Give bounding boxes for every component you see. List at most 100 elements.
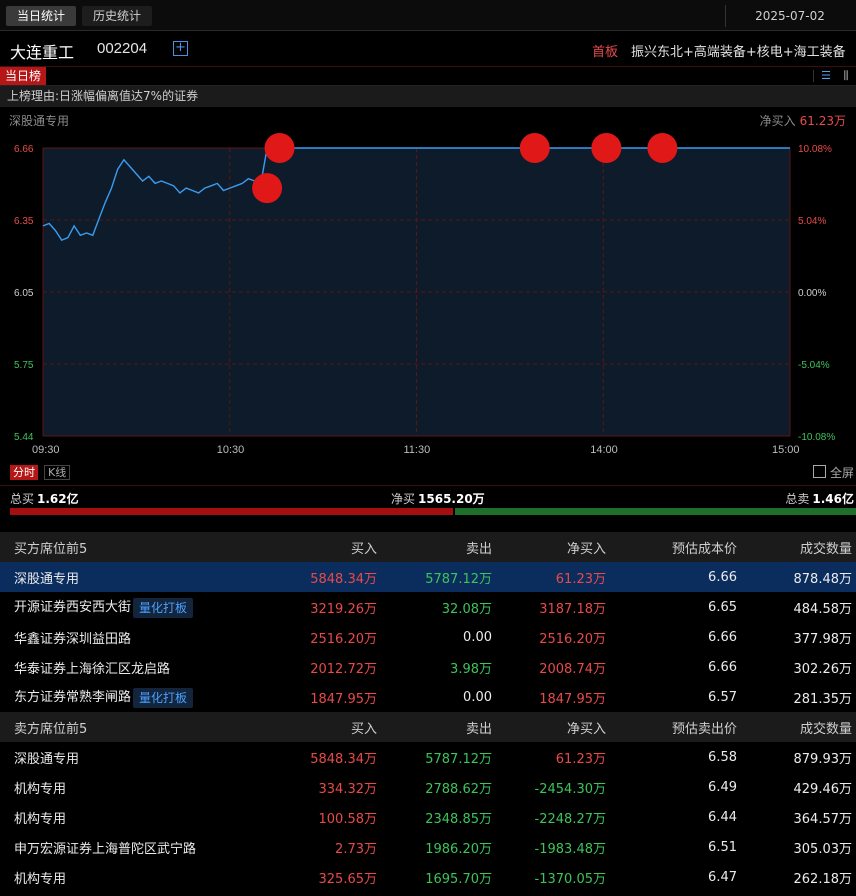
seat-name: 东方证券常熟李闸路 量化打板 bbox=[0, 682, 270, 712]
net-amount: -1370.05万 bbox=[496, 862, 610, 892]
totals-panel: 总买 1.62亿 净买 1565.20万 总卖 1.46亿 bbox=[0, 485, 856, 533]
header-buy[interactable]: 买入 bbox=[270, 712, 381, 742]
sell-amount-text: 0.00 bbox=[463, 629, 492, 645]
seat-name-text[interactable]: 华泰证券上海徐汇区龙启路 bbox=[14, 662, 170, 677]
net-amount: 1847.95万 bbox=[496, 682, 610, 712]
seat-name-text[interactable]: 深股通专用 bbox=[14, 752, 79, 767]
sell-seats-table: 卖方席位前5 买入 卖出 净买入 预估卖出价 成交数量 深股通专用 5848.34… bbox=[0, 712, 856, 892]
seat-name-text[interactable]: 机构专用 bbox=[14, 812, 66, 827]
est-price: 6.49 bbox=[610, 772, 741, 802]
table-row[interactable]: 申万宏源证券上海普陀区武宁路 2.73万 1986.20万 -1983.48万 6.51… bbox=[0, 832, 856, 862]
net-amount-text: -1370.05万 bbox=[534, 871, 606, 887]
net-amount-text: 2516.20万 bbox=[539, 631, 606, 647]
header-sell[interactable]: 卖出 bbox=[381, 532, 496, 562]
table-row[interactable]: 机构专用 100.58万 2348.85万 -2248.27万 6.44 364.57万 bbox=[0, 802, 856, 832]
stock-name[interactable]: 大连重工 bbox=[10, 39, 74, 63]
table-row[interactable]: 华泰证券上海徐汇区龙启路 2012.72万 3.98万 2008.74万 6.66 302… bbox=[0, 652, 856, 682]
intraday-chart[interactable]: 6.66 10.08% 6.35 5.04% 6.05 0.00% 5.75 -5.04% 5.… bbox=[0, 128, 856, 460]
expand-icon[interactable] bbox=[813, 465, 826, 478]
seat-name-text[interactable]: 申万宏源证券上海普陀区武宁路 bbox=[14, 842, 196, 857]
today-list-badge: 当日榜 bbox=[0, 67, 47, 85]
buy-amount-text: 1847.95万 bbox=[310, 691, 377, 707]
seat-name: 深股通专用 bbox=[0, 742, 270, 772]
tab-today-stats[interactable]: 当日统计 bbox=[6, 6, 77, 26]
sell-amount-text: 5787.12万 bbox=[425, 571, 492, 587]
tab-kline[interactable]: K线 bbox=[44, 465, 71, 480]
trade-qty-text: 305.03万 bbox=[793, 841, 853, 857]
y-tick-label: 6.66 bbox=[14, 144, 34, 155]
est-price-text: 6.47 bbox=[708, 869, 737, 885]
trade-marker[interactable] bbox=[591, 133, 622, 163]
header-net[interactable]: 净买入 bbox=[496, 532, 610, 562]
seat-name: 华泰证券上海徐汇区龙启路 bbox=[0, 652, 270, 682]
est-price-text: 6.51 bbox=[708, 839, 737, 855]
seat-name-text[interactable]: 华鑫证券深圳益田路 bbox=[14, 632, 131, 647]
table-row[interactable]: 东方证券常熟李闸路 量化打板 1847.95万 0.00 1847.95万 6.57 281… bbox=[0, 682, 856, 712]
net-amount-text: -2248.27万 bbox=[534, 811, 606, 827]
est-price-text: 6.66 bbox=[708, 659, 737, 675]
header-seat: 买方席位前5 bbox=[0, 532, 270, 562]
seat-name-text[interactable]: 机构专用 bbox=[14, 782, 66, 797]
header-price[interactable]: 预估卖出价 bbox=[610, 712, 741, 742]
sell-amount: 0.00 bbox=[381, 682, 496, 712]
net-amount: -2248.27万 bbox=[496, 802, 610, 832]
seat-name-text[interactable]: 深股通专用 bbox=[14, 572, 79, 587]
buy-seats-table: 买方席位前5 买入 卖出 净买入 预估成本价 成交数量 深股通专用 5848.34… bbox=[0, 532, 856, 712]
sell-amount-text: 1986.20万 bbox=[425, 841, 492, 857]
table-row[interactable]: 机构专用 325.65万 1695.70万 -1370.05万 6.47 262.18万 bbox=[0, 862, 856, 892]
header-sell[interactable]: 卖出 bbox=[381, 712, 496, 742]
tab-fenshi[interactable]: 分时 bbox=[10, 465, 38, 480]
header-qty[interactable]: 成交数量 bbox=[741, 712, 856, 742]
list-icon[interactable]: ☰ bbox=[818, 69, 834, 83]
buy-amount: 2516.20万 bbox=[270, 622, 381, 652]
trade-marker[interactable] bbox=[252, 173, 283, 204]
seat-name-text[interactable]: 开源证券西安西大街 bbox=[14, 600, 131, 615]
est-price: 6.66 bbox=[610, 562, 741, 592]
buy-amount-text: 5848.34万 bbox=[310, 571, 377, 587]
seat-name-text[interactable]: 东方证券常熟李闸路 bbox=[14, 690, 131, 705]
board-badge: 首板 bbox=[592, 45, 619, 60]
net-amount: 61.23万 bbox=[496, 562, 610, 592]
table-row[interactable]: 华鑫证券深圳益田路 2516.20万 0.00 2516.20万 6.66 377.98万 bbox=[0, 622, 856, 652]
fullscreen-button[interactable]: 全屏 bbox=[830, 464, 854, 481]
y-pct-label: 0.00% bbox=[798, 288, 826, 299]
date-selector[interactable]: 2025-07-02 bbox=[735, 6, 845, 26]
y-pct-label: -10.08% bbox=[798, 432, 835, 443]
header-buy[interactable]: 买入 bbox=[270, 532, 381, 562]
trade-qty: 484.58万 bbox=[741, 592, 856, 622]
y-tick-label: 6.05 bbox=[14, 288, 34, 299]
table-row[interactable]: 机构专用 334.32万 2788.62万 -2454.30万 6.49 429.46万 bbox=[0, 772, 856, 802]
est-price-text: 6.65 bbox=[708, 599, 737, 615]
trade-marker[interactable] bbox=[647, 133, 678, 163]
x-tick-label: 15:00 bbox=[772, 444, 800, 456]
trade-qty: 878.48万 bbox=[741, 562, 856, 592]
chart-seat-label: 深股通专用 bbox=[9, 114, 70, 128]
trade-marker[interactable] bbox=[264, 133, 295, 163]
plus-square-icon[interactable]: + bbox=[173, 41, 188, 56]
table-row[interactable]: 深股通专用 5848.34万 5787.12万 61.23万 6.66 878.48万 bbox=[0, 562, 856, 592]
seat-name-text[interactable]: 机构专用 bbox=[14, 872, 66, 887]
stock-code: 002204 bbox=[97, 40, 148, 57]
net-amount-text: -1983.48万 bbox=[534, 841, 606, 857]
sell-amount: 3.98万 bbox=[381, 652, 496, 682]
intraday-chart-svg: 6.66 10.08% 6.35 5.04% 6.05 0.00% 5.75 -5.04% 5.… bbox=[14, 133, 835, 456]
x-tick-label: 14:00 bbox=[590, 444, 618, 456]
tab-history-stats[interactable]: 历史统计 bbox=[82, 6, 153, 26]
table-row[interactable]: 开源证券西安西大街 量化打板 3219.26万 32.08万 3187.18万 6.65 4… bbox=[0, 592, 856, 622]
header-qty[interactable]: 成交数量 bbox=[741, 532, 856, 562]
trade-qty-text: 377.98万 bbox=[793, 631, 853, 647]
bar-chart-icon[interactable]: ⫼ bbox=[838, 69, 854, 83]
concept-tags[interactable]: 振兴东北+高端装备+核电+海工装备 bbox=[631, 41, 856, 60]
x-tick-label: 11:30 bbox=[404, 444, 431, 456]
net-amount: 3187.18万 bbox=[496, 592, 610, 622]
quant-tag[interactable]: 量化打板 bbox=[133, 687, 194, 708]
quant-tag[interactable]: 量化打板 bbox=[133, 597, 194, 618]
buy-amount-text: 325.65万 bbox=[318, 871, 378, 887]
header-net[interactable]: 净买入 bbox=[496, 712, 610, 742]
table-row[interactable]: 深股通专用 5848.34万 5787.12万 61.23万 6.58 879.93万 bbox=[0, 742, 856, 772]
trade-marker[interactable] bbox=[519, 133, 550, 163]
net-amount: -2454.30万 bbox=[496, 772, 610, 802]
sell-amount: 0.00 bbox=[381, 622, 496, 652]
header-price[interactable]: 预估成本价 bbox=[610, 532, 741, 562]
buy-amount: 5848.34万 bbox=[270, 742, 381, 772]
